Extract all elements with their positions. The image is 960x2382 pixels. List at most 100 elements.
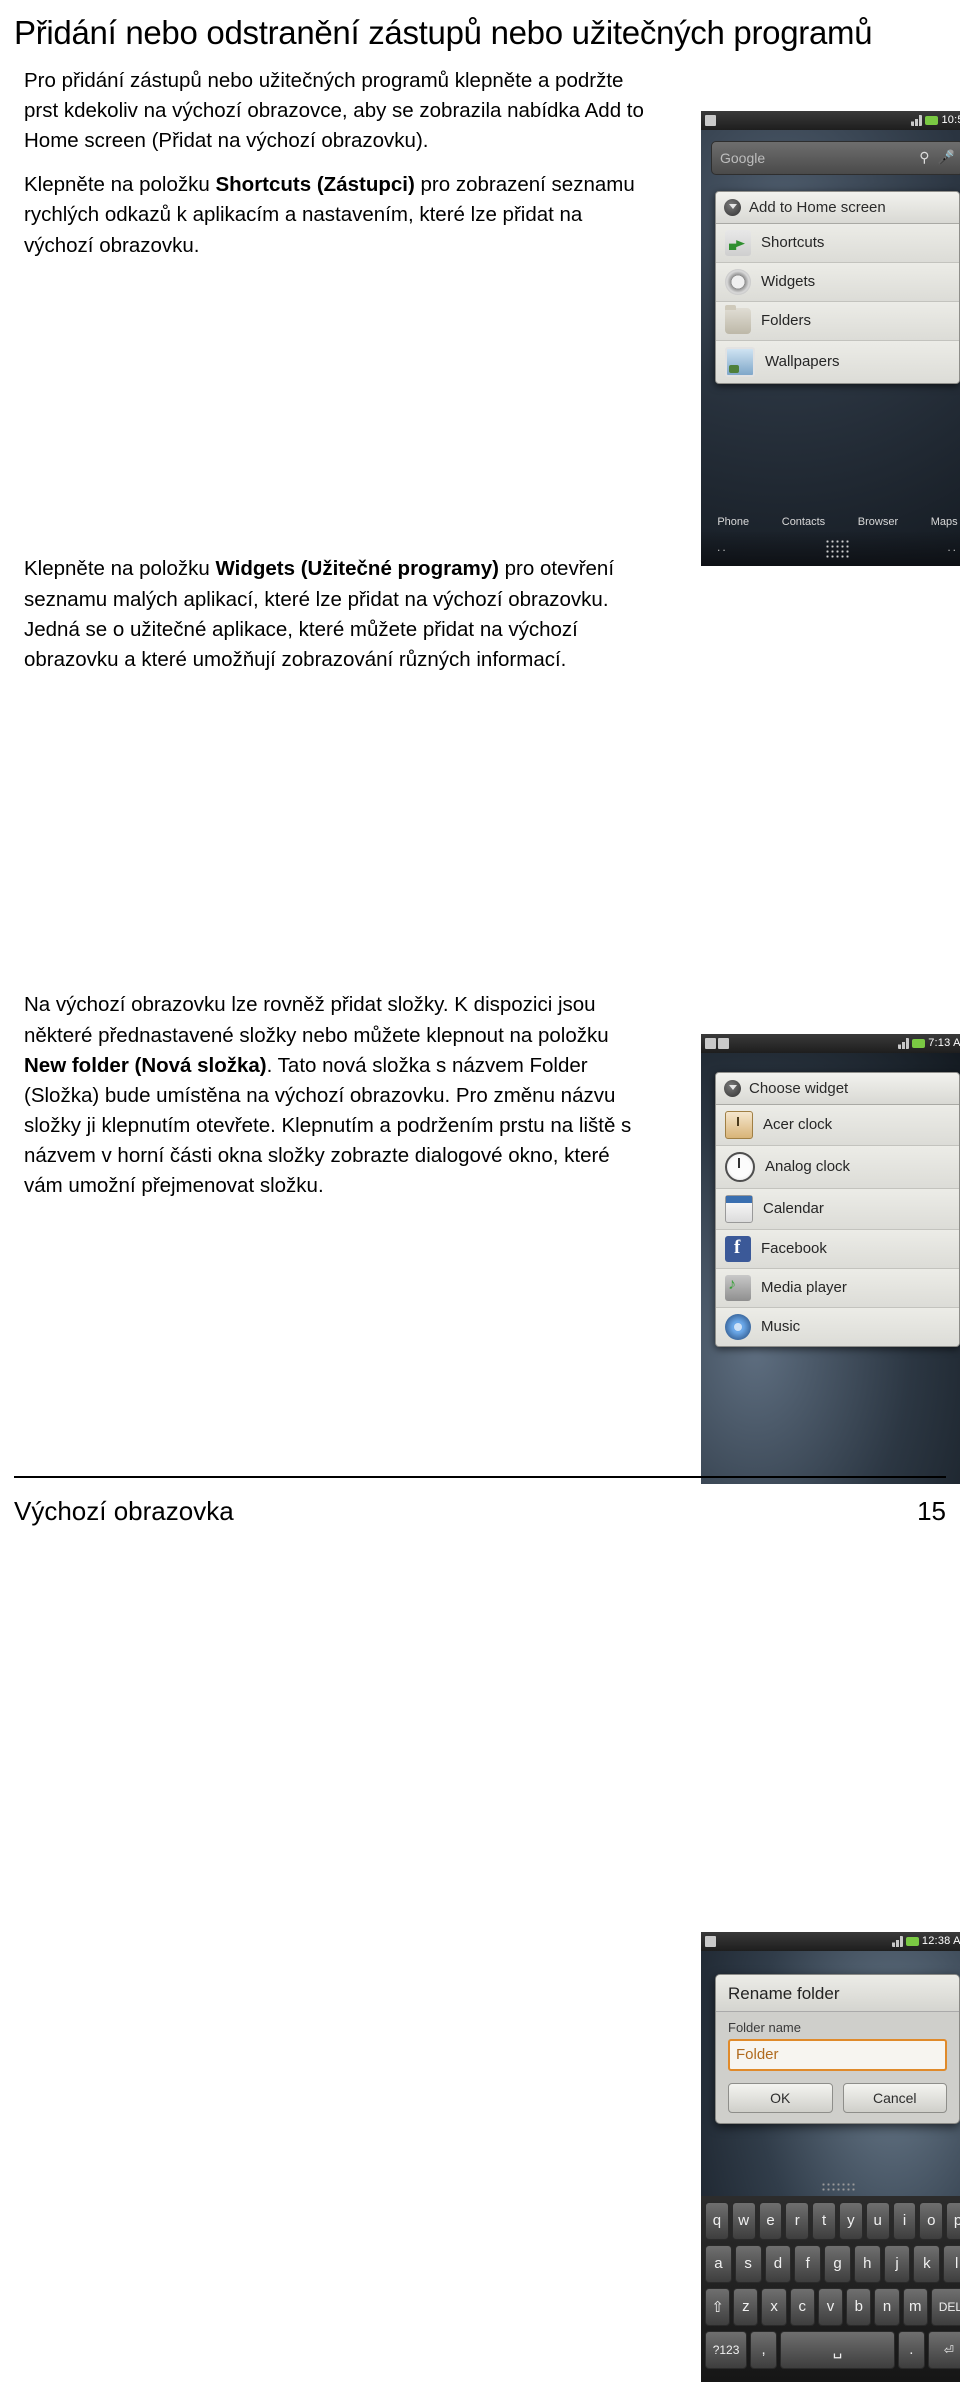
key-b[interactable]: b — [846, 2287, 872, 2326]
key-space[interactable]: ␣ — [780, 2330, 895, 2369]
folder-name-value: Folder — [736, 2046, 779, 2064]
key-q[interactable]: q — [705, 2201, 729, 2240]
section-folders-text: Na výchozí obrazovku lze rovněž přidat s… — [14, 966, 654, 1201]
text-run-bold: New folder (Nová složka) — [24, 1053, 267, 1077]
usb-icon — [705, 1935, 716, 1947]
dialog-item-shortcuts[interactable]: Shortcuts — [716, 223, 959, 263]
paragraph: Pro přidání zástupů nebo užitečných prog… — [24, 66, 654, 156]
shortcut-arrow-icon — [725, 229, 751, 256]
section-widgets: Klepněte na položku Widgets (Užitečné pr… — [14, 526, 960, 1484]
key-h[interactable]: h — [853, 2244, 881, 2283]
paragraph: Na výchozí obrazovku lze rovněž přidat s… — [24, 990, 654, 1201]
paragraph: Klepněte na položku Shortcuts (Zástupci)… — [24, 170, 654, 260]
key-y[interactable]: y — [839, 2201, 863, 2240]
google-search-widget[interactable]: Google ⚲ 🎤 — [711, 140, 960, 175]
key-k[interactable]: k — [913, 2244, 941, 2283]
folder-name-label: Folder name — [728, 2019, 801, 2035]
on-screen-keyboard: q w e r t y u i o p a s d f g h j k l ⇧ … — [701, 2181, 960, 2382]
key-o[interactable]: o — [919, 2201, 944, 2240]
dialog-item-wallpapers[interactable]: Wallpapers — [716, 340, 959, 383]
dialog-item-label: Shortcuts — [761, 234, 825, 252]
widget-gear-icon — [725, 268, 751, 295]
status-time: 12:38 AM — [921, 1935, 960, 1948]
dialog-item-folders[interactable]: Folders — [716, 301, 959, 341]
page-title: Přidání nebo odstranění zástupů nebo uži… — [14, 14, 873, 51]
key-a[interactable]: a — [704, 2244, 732, 2283]
footer-divider — [14, 1476, 946, 1478]
section-widgets-text: Klepněte na položku Widgets (Užitečné pr… — [14, 526, 634, 675]
text-run: Na výchozí obrazovku lze rovněž přidat s… — [24, 993, 609, 1047]
search-placeholder: Google — [720, 149, 766, 166]
dialog-buttons: OK Cancel — [716, 2071, 959, 2113]
signal-icon — [891, 1935, 903, 1947]
page-number: 15 — [917, 1496, 946, 1526]
battery-icon — [925, 115, 939, 125]
document-page: Přidání nebo odstranění zástupů nebo uži… — [0, 14, 960, 2382]
footer-section-label: Výchozí obrazovka — [14, 1496, 234, 1526]
usb-icon — [705, 114, 716, 126]
key-e[interactable]: e — [758, 2201, 783, 2240]
ok-button[interactable]: OK — [728, 2082, 833, 2113]
key-n[interactable]: n — [874, 2287, 900, 2326]
microphone-icon[interactable]: 🎤 — [938, 149, 955, 166]
status-time: 10:56 — [941, 114, 960, 127]
key-z[interactable]: z — [733, 2287, 759, 2326]
wallpaper-icon — [725, 346, 755, 377]
key-v[interactable]: v — [817, 2287, 844, 2326]
footer-row: Výchozí obrazovka 15 — [14, 1496, 946, 1527]
section-folders: Na výchozí obrazovku lze rovněž přidat s… — [14, 966, 960, 2382]
keyboard-row-2: a s d f g h j k l — [704, 2244, 960, 2283]
keyboard-handle-icon — [820, 2181, 855, 2192]
key-j[interactable]: j — [883, 2244, 911, 2283]
add-to-home-screen-dialog: Add to Home screen Shortcuts Widgets Fol… — [715, 190, 960, 384]
rename-folder-dialog: Rename folder Folder name Folder OK Canc… — [715, 1973, 960, 2124]
text-run: Klepněte na položku — [24, 173, 216, 197]
key-t[interactable]: t — [812, 2201, 836, 2240]
battery-icon — [905, 1936, 919, 1946]
key-g[interactable]: g — [824, 2244, 851, 2283]
dialog-title: Add to Home screen — [749, 198, 886, 216]
dialog-item-label: Wallpapers — [765, 353, 840, 371]
key-r[interactable]: r — [785, 2201, 810, 2240]
key-l[interactable]: l — [943, 2244, 960, 2283]
key-m[interactable]: m — [902, 2287, 928, 2326]
search-icon[interactable]: ⚲ — [919, 149, 929, 166]
text-run-bold: Shortcuts (Zástupci) — [215, 173, 415, 197]
status-bar: 10:56 — [701, 110, 960, 130]
folder-icon — [725, 304, 751, 334]
key-x[interactable]: x — [761, 2287, 787, 2326]
key-f[interactable]: f — [794, 2244, 822, 2283]
key-p[interactable]: p — [946, 2201, 960, 2240]
dialog-item-label: Folders — [761, 312, 812, 330]
key-w[interactable]: w — [731, 2201, 756, 2240]
dialog-item-label: Widgets — [761, 273, 816, 291]
keyboard-row-3: ⇧ z x c v b n m DEL — [704, 2287, 960, 2326]
screenshot-rename-folder: 12:38 AM Rename folder Folder name Folde… — [701, 1931, 960, 2382]
dialog-title: Rename folder — [716, 1974, 959, 2012]
key-symbols[interactable]: ?123 — [705, 2330, 748, 2369]
key-d[interactable]: d — [764, 2244, 792, 2283]
page-indicator-right: .. — [947, 539, 958, 554]
key-period[interactable]: . — [897, 2330, 925, 2369]
key-delete[interactable]: DEL — [930, 2287, 960, 2326]
section-shortcuts-text: Pro přidání zástupů nebo užitečných prog… — [14, 66, 654, 261]
key-comma[interactable]: , — [750, 2330, 778, 2369]
key-enter[interactable]: ⏎ — [927, 2330, 960, 2369]
key-shift[interactable]: ⇧ — [704, 2287, 731, 2326]
key-i[interactable]: i — [892, 2201, 917, 2240]
key-s[interactable]: s — [734, 2244, 762, 2283]
text-run: Klepněte na položku — [24, 557, 216, 581]
key-u[interactable]: u — [865, 2201, 890, 2240]
signal-icon — [911, 114, 923, 126]
dialog-title-row: Add to Home screen — [716, 191, 959, 224]
section-shortcuts: Pro přidání zástupů nebo užitečných prog… — [14, 66, 960, 566]
key-c[interactable]: c — [789, 2287, 815, 2326]
keyboard-row-4: ?123 , ␣ . ⏎ — [705, 2330, 960, 2369]
add-to-home-icon — [724, 198, 741, 216]
dialog-item-widgets[interactable]: Widgets — [716, 262, 959, 302]
keyboard-row-1: q w e r t y u i o p — [705, 2201, 960, 2240]
folder-name-input[interactable]: Folder — [728, 2038, 947, 2071]
screenshot-add-to-home-screen: 10:56 Google ⚲ 🎤 Add to Home screen Shor… — [701, 110, 960, 566]
cancel-button[interactable]: Cancel — [842, 2082, 947, 2113]
text-run-bold: Widgets (Užitečné programy) — [215, 557, 499, 581]
